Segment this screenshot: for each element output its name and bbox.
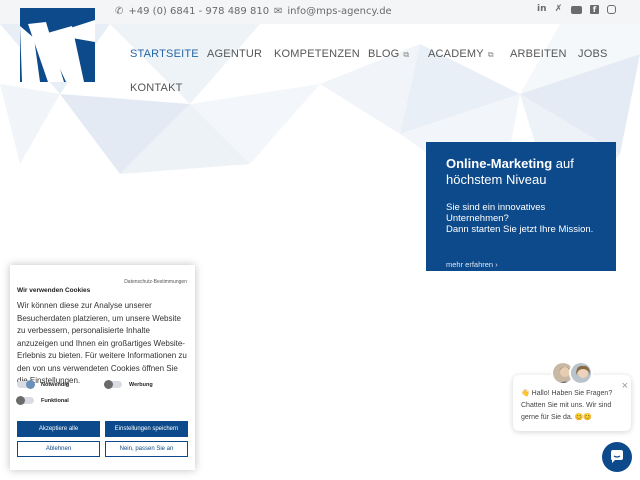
nav-label: AGENTUR [207, 48, 263, 60]
toggle-werbung[interactable]: Werbung [104, 380, 153, 389]
nav-jobs[interactable]: JOBS [578, 48, 608, 60]
nav-label: KONTAKT [130, 82, 183, 94]
save-settings-button[interactable]: Einstellungen speichern [105, 421, 188, 437]
customize-button[interactable]: Nein, passen Sie an [105, 441, 188, 457]
nav-label: STARTSEITE [130, 48, 199, 60]
nav-kompetenzen[interactable]: KOMPETENZEN [274, 48, 360, 60]
toggle-switch[interactable] [104, 380, 122, 389]
linkedin-icon[interactable]: in [537, 5, 547, 14]
nav-agentur[interactable]: AGENTUR [207, 48, 262, 60]
hero-link-label: mehr erfahren [446, 260, 494, 269]
decline-button[interactable]: Ablehnen [17, 441, 100, 457]
email-link[interactable]: ✉ info@mps-agency.de [274, 6, 392, 17]
close-icon[interactable]: × [622, 381, 628, 392]
accept-all-button[interactable]: Akzeptiere alle [17, 421, 100, 437]
external-link-icon: ⧉ [403, 50, 410, 59]
top-bar: ✆ +49 (0) 6841 - 978 489 810 ✉ info@mps-… [0, 0, 640, 24]
chat-icon [611, 450, 623, 463]
social-links: in ✗ f [537, 5, 616, 14]
external-link-icon: ⧉ [487, 50, 494, 59]
chat-open-button[interactable] [602, 442, 632, 472]
nav-arbeiten[interactable]: ARBEITEN [510, 48, 567, 60]
phone-link[interactable]: ✆ +49 (0) 6841 - 978 489 810 [115, 6, 269, 17]
nav-startseite[interactable]: STARTSEITE [130, 48, 199, 60]
hero-title-bold: Online-Marketing [446, 156, 553, 171]
privacy-policy-link[interactable]: Datenschutz-Bestimmungen [124, 279, 187, 285]
chat-message: 👋 Hallo! Haben Sie Fragen? Chatten Sie m… [521, 390, 613, 421]
cookie-consent-dialog: Datenschutz-Bestimmungen Wir verwenden C… [10, 265, 195, 470]
youtube-icon[interactable] [571, 6, 582, 14]
hero-box: Online-Marketing auf höchstem Niveau Sie… [426, 142, 616, 271]
chevron-right-icon: › [495, 260, 498, 269]
toggle-notwendig[interactable]: Notwendig [17, 380, 70, 389]
hero-more-link[interactable]: mehr erfahren › [446, 260, 498, 269]
email-address: info@mps-agency.de [287, 6, 392, 17]
toggle-label: Funktional [41, 397, 69, 404]
nav-label: BLOG [368, 48, 400, 60]
toggle-label: Notwendig [41, 381, 70, 388]
nav-academy[interactable]: ACADEMY ⧉ [428, 48, 494, 60]
chat-agent-avatars [551, 361, 595, 385]
facebook-icon[interactable]: f [590, 5, 599, 14]
xing-icon[interactable]: ✗ [554, 5, 563, 14]
phone-icon: ✆ [115, 5, 124, 17]
toggle-switch[interactable] [16, 396, 34, 405]
nav-label: ARBEITEN [510, 48, 567, 60]
nav-label: ACADEMY [428, 48, 484, 60]
nav-label: KOMPETENZEN [274, 48, 360, 60]
agency-logo[interactable] [20, 8, 95, 82]
toggle-funktional[interactable]: Funktional [16, 396, 69, 405]
avatar [569, 361, 593, 385]
cookie-title: Wir verwenden Cookies [17, 287, 91, 294]
nav-blog[interactable]: BLOG ⧉ [368, 48, 409, 60]
envelope-icon: ✉ [274, 5, 283, 17]
nav-label: JOBS [578, 48, 608, 60]
nav-kontakt[interactable]: KONTAKT [130, 82, 183, 94]
toggle-label: Werbung [129, 381, 153, 388]
phone-number: +49 (0) 6841 - 978 489 810 [128, 6, 270, 17]
hero-title: Online-Marketing auf höchstem Niveau [446, 156, 611, 188]
logo-mark [20, 20, 95, 82]
hero-text: Sie sind ein innovatives Unternehmen? Da… [446, 202, 606, 235]
hero-text-line: Dann starten Sie jetzt Ihre Mission. [446, 224, 594, 235]
instagram-icon[interactable] [607, 5, 616, 14]
hero-text-line: Sie sind ein innovatives Unternehmen? [446, 202, 546, 224]
toggle-switch[interactable] [17, 380, 35, 389]
cookie-text: Wir können diese zur Analyse unserer Bes… [17, 301, 187, 385]
